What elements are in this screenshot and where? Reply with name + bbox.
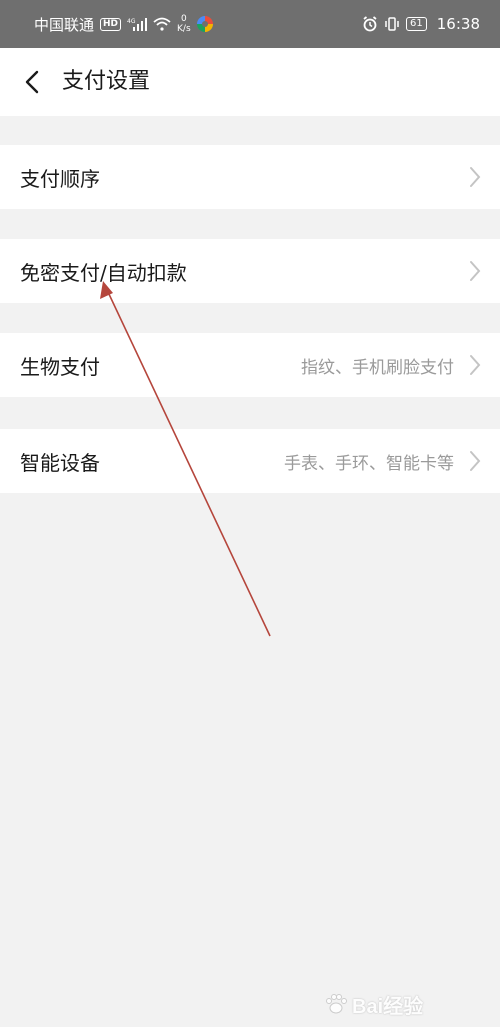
paw-icon [326,994,347,1014]
chevron-right-icon [470,261,481,281]
settings-row-password-free[interactable]: 免密支付/自动扣款 [0,239,500,303]
app-notification-icon [196,16,213,32]
row-label: 支付顺序 [20,166,100,191]
alarm-icon [363,16,377,32]
net-speed: 0 K/s [177,14,191,34]
battery-indicator: 61 [406,17,427,31]
chevron-right-icon [470,355,481,375]
watermark-logo: Bai经验 [324,987,474,1021]
chevron-right-icon [470,451,481,471]
row-value: 手表、手环、智能卡等 [284,453,454,474]
row-value: 指纹、手机刷脸支付 [301,357,454,378]
row-label: 智能设备 [20,450,100,475]
net-speed-value: 0 [180,14,187,24]
carrier-label: 中国联通 [34,15,95,34]
chevron-left-icon[interactable] [20,68,48,96]
page-title: 支付设置 [62,69,151,94]
vibrate-icon [385,17,399,31]
hd-badge: HD [100,17,122,31]
signal-icon: 4G [127,18,148,31]
settings-row-payment-order[interactable]: 支付顺序 [0,145,500,209]
nav-bar: 支付设置 [0,48,500,116]
settings-row-biometric[interactable]: 生物支付 指纹、手机刷脸支付 [0,333,500,397]
status-right: 61 16:38 [362,15,480,33]
watermark-text: Bai经验 [352,995,424,1018]
chevron-right-icon [470,167,481,187]
clock: 16:38 [436,15,480,33]
net-speed-unit: K/s [177,24,191,34]
status-left: 中国联通 HD 4G 0 K/s [34,14,213,35]
net-type-label: 4G [127,18,136,25]
row-label: 免密支付/自动扣款 [20,260,187,285]
status-bar: 中国联通 HD 4G 0 K/s 61 16:38 [0,0,500,48]
wifi-icon [153,17,171,31]
settings-row-smart-device[interactable]: 智能设备 手表、手环、智能卡等 [0,429,500,493]
row-label: 生物支付 [20,354,100,379]
